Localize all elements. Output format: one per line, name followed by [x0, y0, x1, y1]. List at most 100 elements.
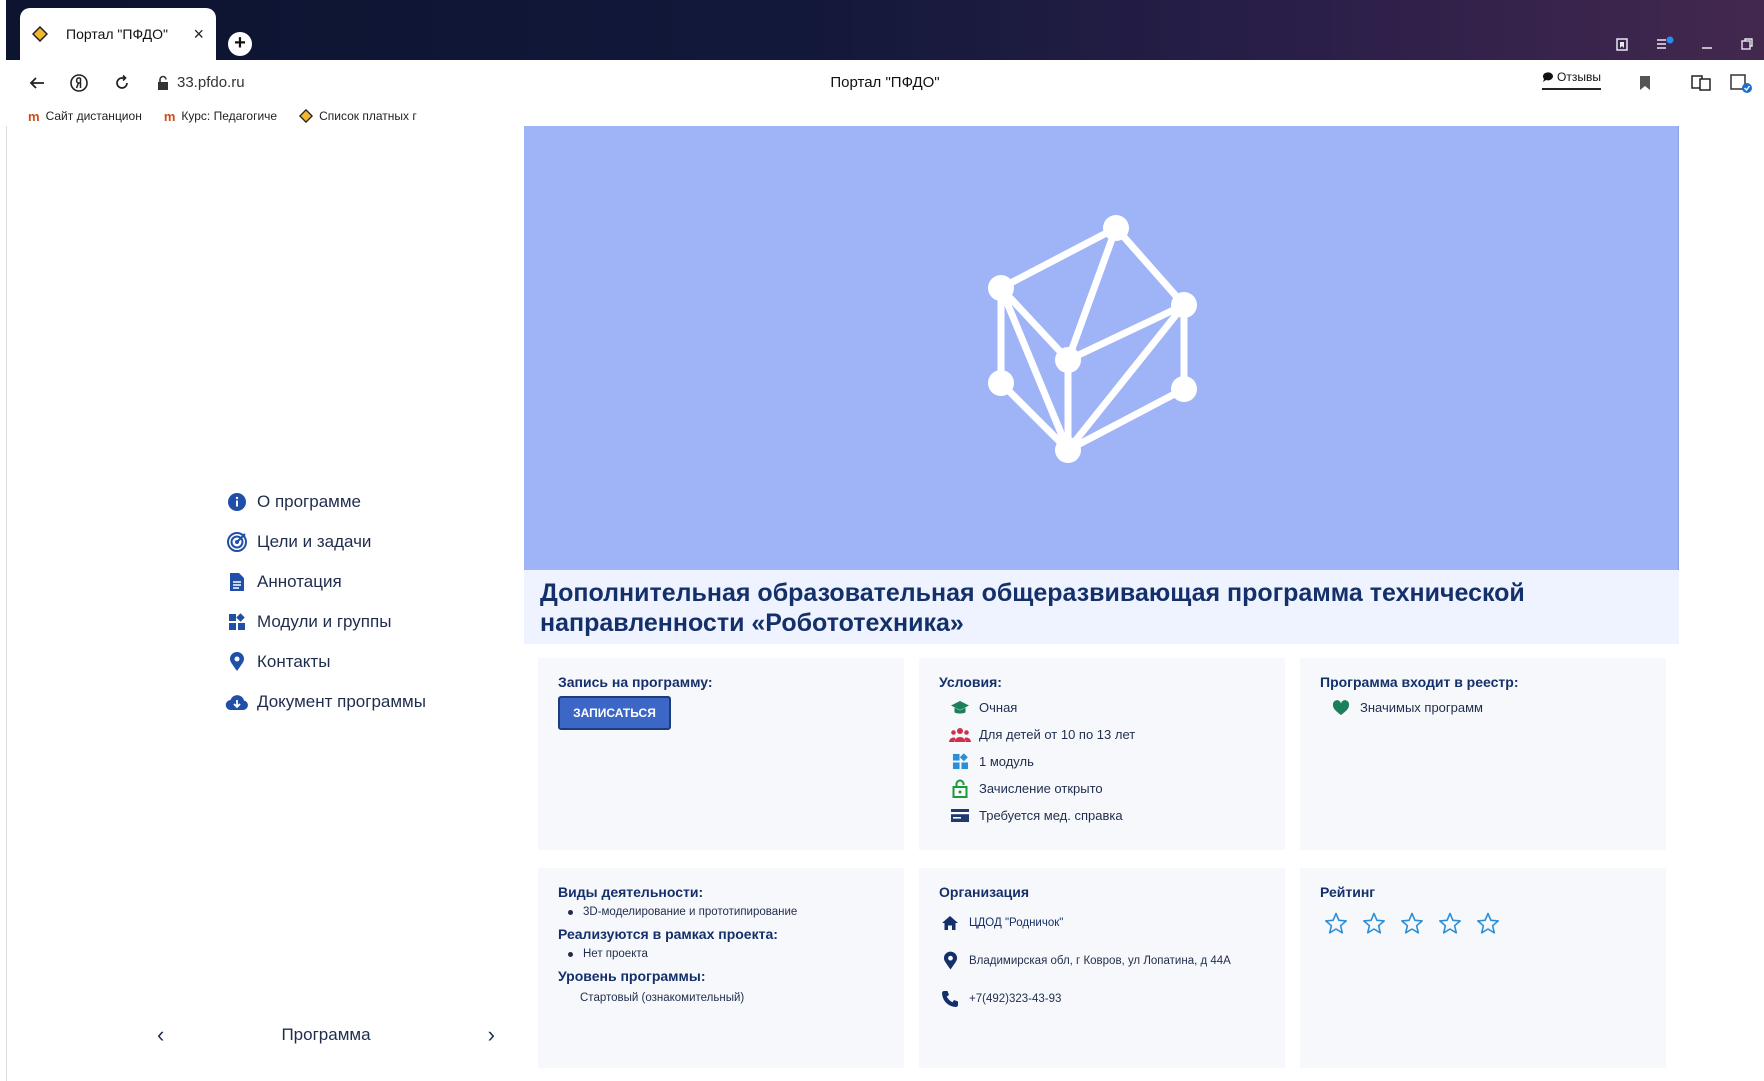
program-pager: ‹ Программа ›	[151, 1022, 501, 1048]
close-tab-icon[interactable]: ×	[193, 24, 204, 45]
collections-icon[interactable]	[1614, 36, 1630, 52]
condition-age: Для детей от 10 по 13 лет	[939, 721, 1265, 748]
condition-text: Очная	[979, 700, 1018, 715]
condition-enrollment: Зачисление открыто	[939, 775, 1265, 802]
cloud-download-icon	[225, 690, 249, 714]
organization-card: Организация ЦДОД "Родничок" Владимирская…	[919, 868, 1285, 1068]
restore-icon[interactable]	[1740, 37, 1754, 51]
bookmark-item[interactable]: m Сайт дистанцион	[28, 106, 142, 126]
browser-tab[interactable]: Портал "ПФДО" ×	[20, 8, 216, 60]
info-icon	[225, 490, 249, 514]
page-title: Портал "ПФДО"	[830, 74, 940, 91]
moodle-icon: m	[163, 108, 176, 124]
activity-item: 3D-моделирование и прототипирование	[558, 906, 884, 918]
diamond-icon	[32, 26, 48, 42]
rating-heading: Рейтинг	[1320, 884, 1376, 900]
bookmarks-bar: m Сайт дистанцион m Курс: Педагогиче Спи…	[6, 106, 1764, 126]
modules-icon	[225, 610, 249, 634]
conditions-heading: Условия:	[939, 674, 1002, 690]
prev-arrow-icon[interactable]: ‹	[151, 1022, 170, 1048]
heart-icon	[1330, 698, 1352, 718]
sidebar-item-modules[interactable]: Модули и группы	[225, 602, 426, 642]
diamond-icon	[299, 109, 314, 123]
sidebar-item-goals[interactable]: Цели и задачи	[225, 522, 426, 562]
reviews-label: Отзывы	[1557, 70, 1601, 84]
bookmark-item[interactable]: m Курс: Педагогиче	[164, 106, 277, 126]
translate-icon[interactable]	[1690, 72, 1712, 94]
star-icon[interactable]	[1476, 912, 1500, 934]
organization-link[interactable]: ЦДОД "Родничок"	[969, 917, 1063, 929]
address-bar: 33.pfdo.ru Портал "ПФДО" Отзывы	[6, 60, 1764, 106]
condition-form: Очная	[939, 694, 1265, 721]
star-icon[interactable]	[1438, 912, 1462, 934]
unlock-icon	[949, 779, 971, 799]
sidebar-item-label: Документ программы	[257, 692, 426, 711]
tabs-menu-icon[interactable]	[1656, 36, 1674, 52]
next-arrow-icon[interactable]: ›	[482, 1022, 501, 1048]
sidebar-item-label: Аннотация	[257, 572, 342, 591]
enroll-card: Запись на программу: ЗАПИСАТЬСЯ	[538, 658, 904, 850]
condition-modules: 1 модуль	[939, 748, 1265, 775]
modules-icon	[949, 752, 971, 772]
star-icon[interactable]	[1362, 912, 1386, 934]
registry-item: Значимых программ	[1320, 694, 1646, 721]
sidebar-item-document[interactable]: Документ программы	[225, 682, 426, 722]
condition-text: Требуется мед. справка	[979, 808, 1123, 823]
location-icon	[225, 650, 249, 674]
bookmark-label: Курс: Педагогиче	[181, 109, 278, 123]
sidebar-item-contacts[interactable]: Контакты	[225, 642, 426, 682]
extension-icon[interactable]	[1730, 72, 1752, 94]
reviews-button[interactable]: Отзывы	[1542, 70, 1601, 90]
star-icon[interactable]	[1400, 912, 1424, 934]
organization-address-row: Владимирская обл, г Ковров, ул Лопатина,…	[939, 950, 1265, 972]
bookmark-label: Сайт дистанцион	[45, 109, 142, 123]
activities-card: Виды деятельности: 3D-моделирование и пр…	[538, 868, 904, 1068]
sidebar-item-label: Контакты	[257, 652, 331, 671]
home-icon	[939, 912, 961, 934]
program-title-bar: Дополнительная образовательная общеразви…	[524, 570, 1679, 644]
enroll-heading: Запись на программу:	[558, 674, 713, 690]
phone-icon	[939, 988, 961, 1010]
rating-stars	[1320, 912, 1646, 934]
bookmark-label: Список платных г	[319, 109, 417, 123]
pager-label: Программа	[281, 1025, 371, 1044]
url-field[interactable]: 33.pfdo.ru	[177, 74, 245, 91]
page-content: О программе Цели и задачи Аннотация Моду…	[6, 126, 1764, 1081]
new-tab-button[interactable]: +	[228, 32, 252, 56]
sidebar-item-label: Модули и группы	[257, 612, 392, 631]
sidebar-item-annotation[interactable]: Аннотация	[225, 562, 426, 602]
enroll-button[interactable]: ЗАПИСАТЬСЯ	[558, 696, 671, 730]
bookmark-icon[interactable]	[1634, 72, 1656, 94]
condition-medical: Требуется мед. справка	[939, 802, 1265, 829]
condition-text: Для детей от 10 по 13 лет	[979, 727, 1136, 742]
condition-text: Зачисление открыто	[979, 781, 1103, 796]
document-icon	[225, 570, 249, 594]
conditions-card: Условия: Очная Для детей от 10 по 13 лет…	[919, 658, 1285, 850]
project-item: Нет проекта	[558, 948, 884, 960]
comment-icon	[1542, 71, 1554, 83]
program-title: Дополнительная образовательная общеразви…	[540, 579, 1525, 637]
level-item: Стартовый (ознакомительный)	[580, 992, 745, 1004]
bookmark-item[interactable]: Список платных г	[299, 106, 417, 126]
target-icon	[225, 530, 249, 554]
yandex-icon[interactable]	[68, 72, 90, 94]
registry-card: Программа входит в реестр: Значимых прог…	[1300, 658, 1666, 850]
organization-phone[interactable]: +7(492)323-43-93	[969, 993, 1061, 1005]
sidebar-item-label: Цели и задачи	[257, 532, 372, 551]
sidebar-item-about[interactable]: О программе	[225, 482, 426, 522]
tab-title: Портал "ПФДО"	[66, 26, 168, 42]
organization-name-row: ЦДОД "Родничок"	[939, 912, 1265, 934]
project-heading: Реализуются в рамках проекта:	[558, 926, 778, 942]
browser-tab-strip: Портал "ПФДО" × +	[6, 0, 1764, 60]
network-cube-icon	[988, 215, 1197, 463]
back-icon[interactable]	[26, 72, 48, 94]
organization-heading: Организация	[939, 884, 1030, 900]
organization-phone-row: +7(492)323-43-93	[939, 988, 1265, 1010]
graduation-cap-icon	[949, 698, 971, 718]
reload-icon[interactable]	[111, 72, 133, 94]
minimize-icon[interactable]	[1700, 37, 1714, 51]
star-icon[interactable]	[1324, 912, 1348, 934]
lock-icon[interactable]	[152, 72, 174, 94]
condition-text: 1 модуль	[979, 754, 1034, 769]
registry-heading: Программа входит в реестр:	[1320, 674, 1519, 690]
